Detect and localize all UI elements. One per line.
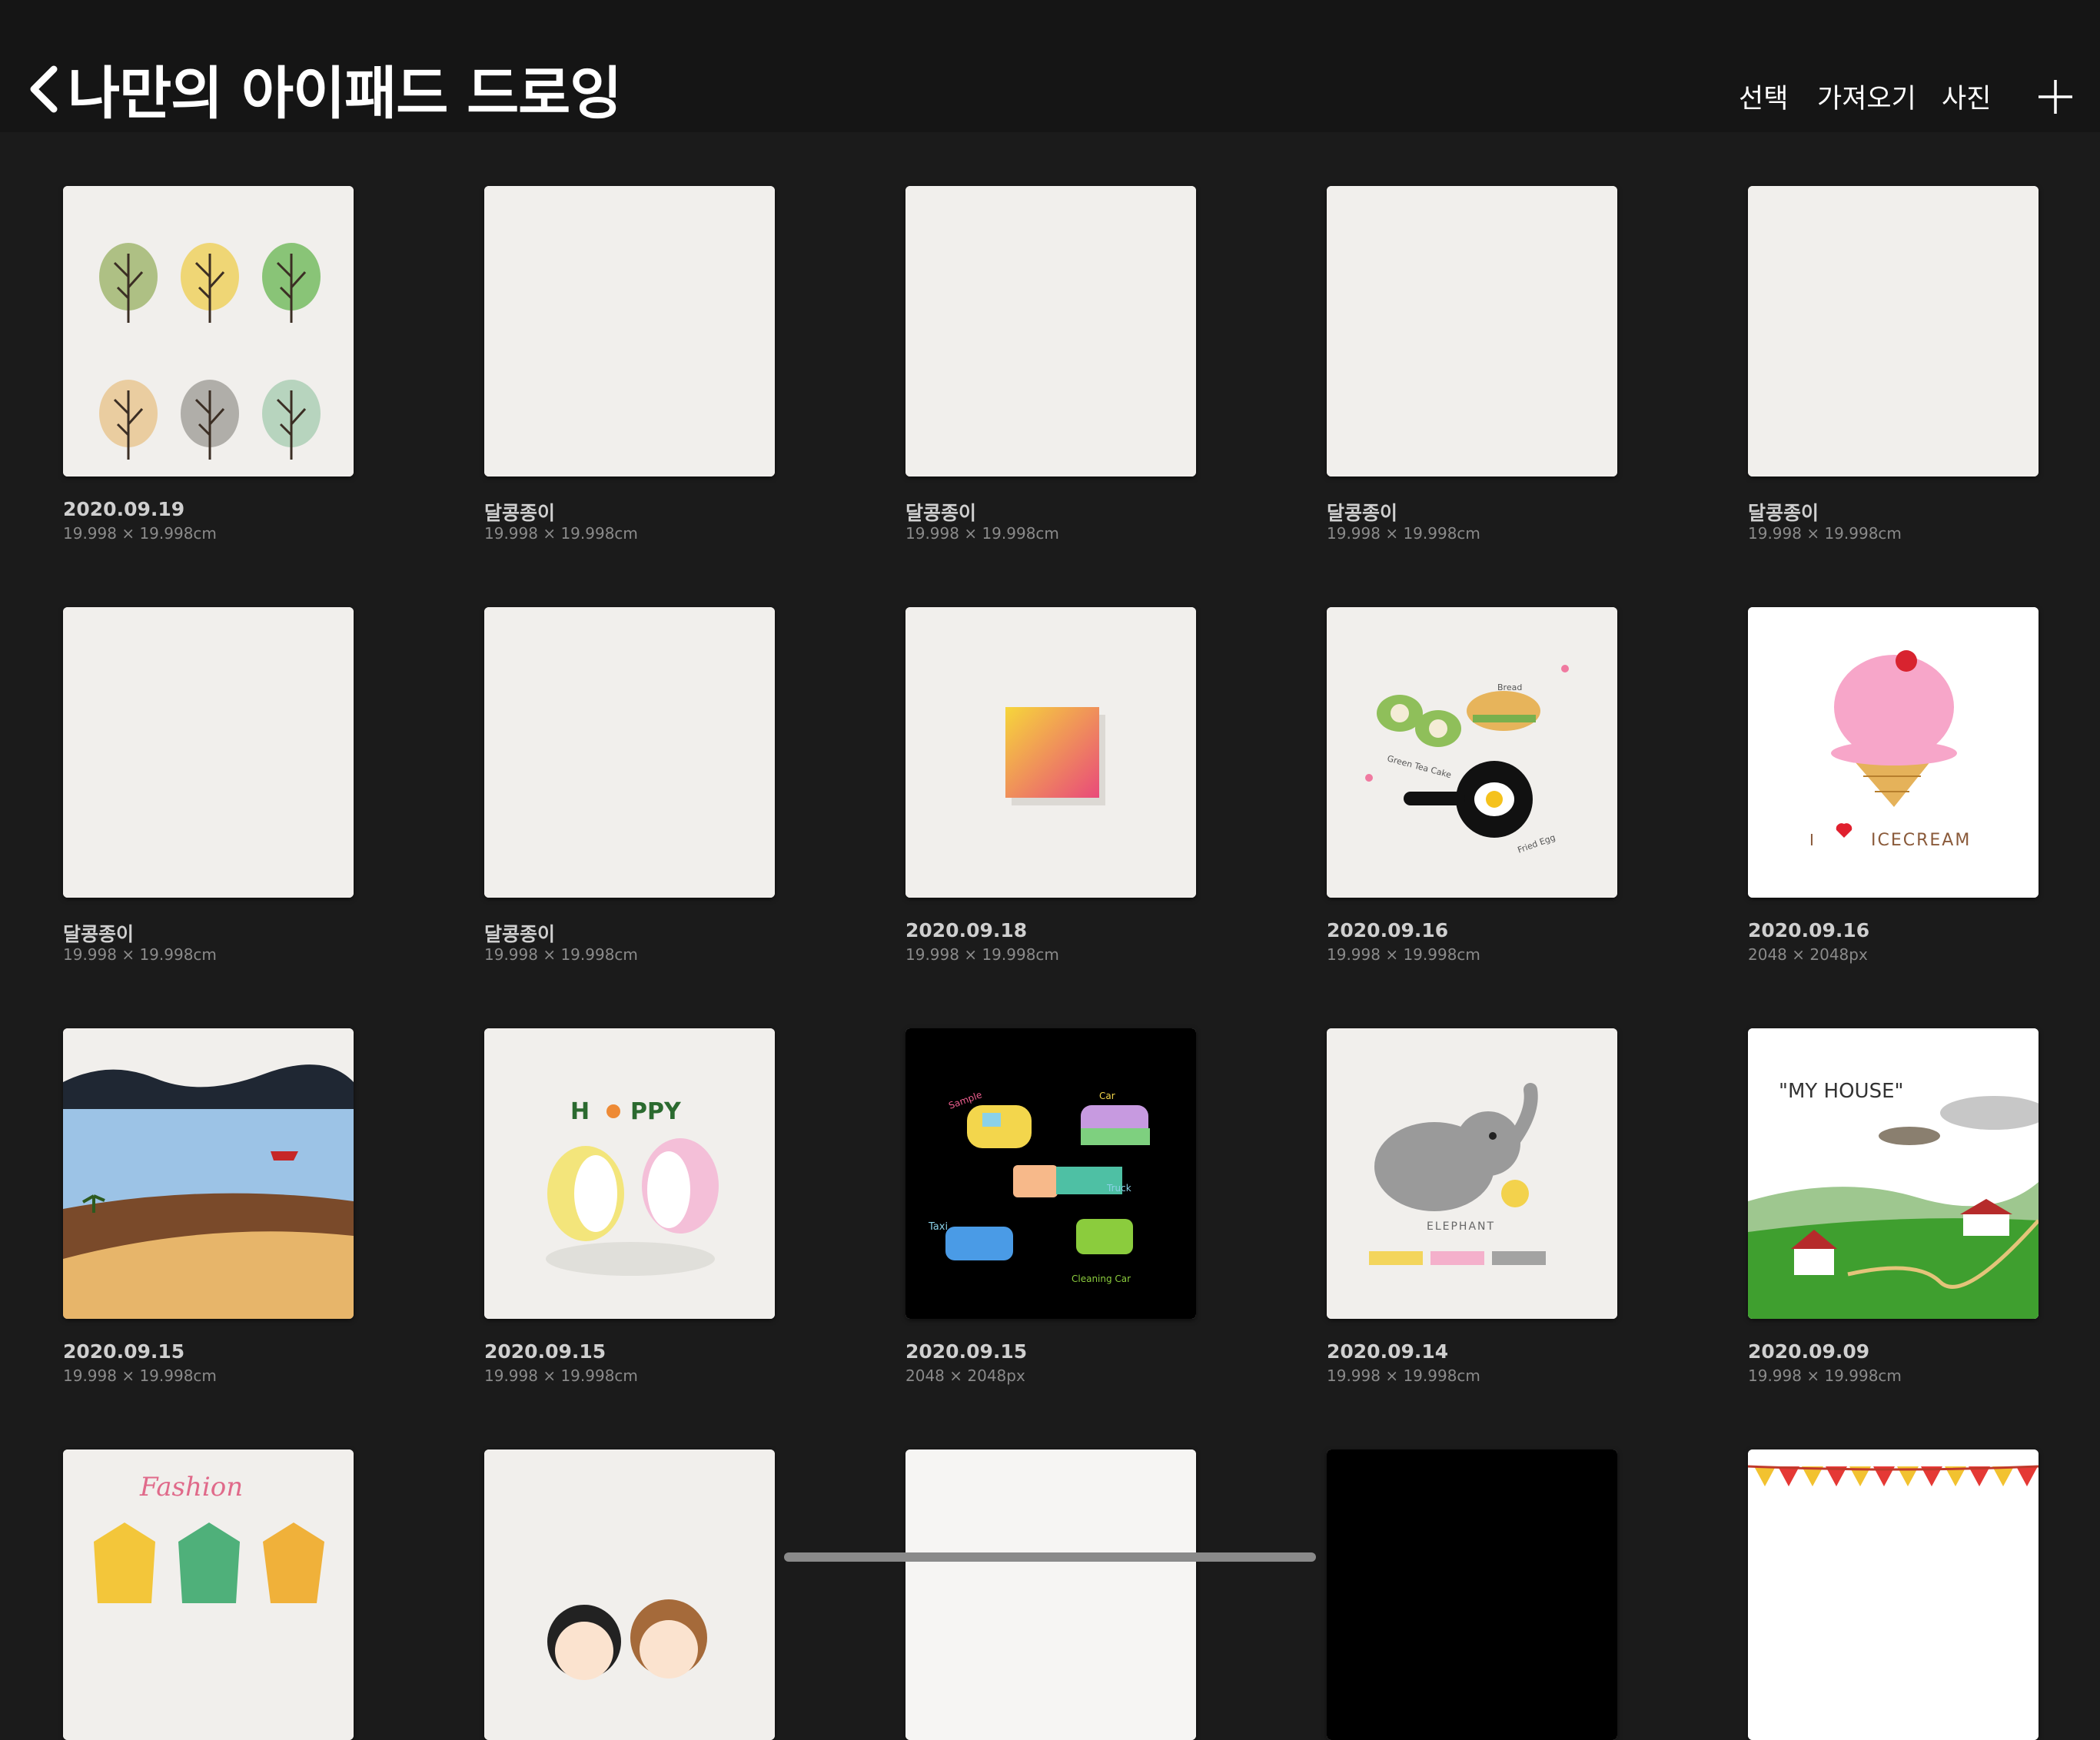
- artwork-preview-kids: [484, 1449, 775, 1740]
- artwork-thumbnail[interactable]: [1748, 1449, 2039, 1740]
- artwork-title[interactable]: 2020.09.18: [905, 919, 1027, 941]
- artwork-title[interactable]: 2020.09.19: [63, 498, 184, 520]
- artwork-thumbnail[interactable]: I ICECREAM: [1748, 607, 2039, 898]
- artwork-thumbnail[interactable]: [484, 186, 775, 477]
- artwork-title[interactable]: 달콩종이: [1327, 498, 1397, 526]
- top-bar: 나만의 아이패드 드로잉 선택 가져오기 사진: [0, 0, 2100, 132]
- svg-text:Bread: Bread: [1497, 682, 1522, 692]
- artwork-dimensions: 19.998 × 19.998cm: [63, 524, 217, 543]
- import-button[interactable]: 가져오기: [1817, 77, 1916, 116]
- artwork-preview-trees: [63, 186, 354, 477]
- artwork-title[interactable]: 2020.09.14: [1327, 1340, 1448, 1363]
- artwork-dimensions: 19.998 × 19.998cm: [484, 524, 638, 543]
- artwork-preview-bunting: [1748, 1449, 2039, 1740]
- svg-text:ICECREAM: ICECREAM: [1871, 831, 1971, 850]
- artwork-title[interactable]: 달콩종이: [63, 919, 134, 947]
- artwork-preview-hedgehogs: H PPY: [484, 1028, 775, 1319]
- new-canvas-plus-icon[interactable]: [2039, 80, 2072, 114]
- svg-text:PPY: PPY: [630, 1098, 682, 1125]
- artwork-grid: 2020.09.19 19.998 × 19.998cm 달콩종이 19.998 × …: [0, 132, 2100, 1740]
- artwork-preview-blank: [484, 607, 775, 898]
- svg-text:Car: Car: [1099, 1091, 1115, 1101]
- artwork-preview-seaside: [63, 1028, 354, 1319]
- artwork-dimensions: 2048 × 2048px: [905, 1366, 1025, 1385]
- svg-text:Cleaning Car: Cleaning Car: [1072, 1273, 1131, 1284]
- artwork-dimensions: 19.998 × 19.998cm: [484, 945, 638, 964]
- artwork-preview-cars: Sample Car Truck Taxi Cleaning Car: [905, 1028, 1196, 1319]
- artwork-preview-blank: [905, 186, 1196, 477]
- artwork-thumbnail[interactable]: Sample Car Truck Taxi Cleaning Car: [905, 1028, 1196, 1319]
- artwork-preview-blank: [1748, 186, 2039, 477]
- artwork-title[interactable]: 2020.09.16: [1748, 919, 1869, 941]
- artwork-title[interactable]: 2020.09.15: [63, 1340, 184, 1363]
- artwork-dimensions: 2048 × 2048px: [1748, 945, 1868, 964]
- artwork-thumbnail[interactable]: [905, 1449, 1196, 1740]
- artwork-title[interactable]: 달콩종이: [1748, 498, 1819, 526]
- artwork-thumbnail[interactable]: "MY HOUSE": [1748, 1028, 2039, 1319]
- home-indicator: [784, 1552, 1316, 1562]
- artwork-title[interactable]: 2020.09.15: [905, 1340, 1027, 1363]
- artwork-thumbnail[interactable]: [905, 186, 1196, 477]
- artwork-thumbnail[interactable]: Green Tea Cake Bread Fried Egg: [1327, 607, 1617, 898]
- artwork-dimensions: 19.998 × 19.998cm: [1327, 1366, 1480, 1385]
- artwork-dimensions: 19.998 × 19.998cm: [1327, 524, 1480, 543]
- artwork-preview-fashion: Fashion: [63, 1449, 354, 1740]
- artwork-thumbnail[interactable]: [63, 607, 354, 898]
- svg-text:ELEPHANT: ELEPHANT: [1427, 1220, 1495, 1233]
- artwork-thumbnail[interactable]: H PPY: [484, 1028, 775, 1319]
- artwork-dimensions: 19.998 × 19.998cm: [1748, 1366, 1902, 1385]
- artwork-dimensions: 19.998 × 19.998cm: [63, 945, 217, 964]
- artwork-dimensions: 19.998 × 19.998cm: [484, 1366, 638, 1385]
- svg-text:"MY HOUSE": "MY HOUSE": [1779, 1080, 1903, 1103]
- svg-text:Truck: Truck: [1106, 1183, 1131, 1194]
- artwork-thumbnail[interactable]: [63, 186, 354, 477]
- artwork-preview-black: [1327, 1449, 1617, 1740]
- artwork-title[interactable]: 2020.09.15: [484, 1340, 606, 1363]
- artwork-title[interactable]: 달콩종이: [484, 919, 555, 947]
- artwork-preview-blank: [63, 607, 354, 898]
- artwork-thumbnail[interactable]: [1327, 1449, 1617, 1740]
- back-chevron-icon[interactable]: [23, 60, 66, 115]
- artwork-dimensions: 19.998 × 19.998cm: [63, 1366, 217, 1385]
- svg-text:I: I: [1809, 831, 1814, 849]
- svg-text:Fashion: Fashion: [139, 1472, 243, 1503]
- svg-text:H: H: [570, 1098, 590, 1125]
- artwork-title[interactable]: 달콩종이: [484, 498, 555, 526]
- artwork-thumbnail[interactable]: [63, 1028, 354, 1319]
- artwork-preview-blank: [484, 186, 775, 477]
- artwork-preview-elephant: ELEPHANT: [1327, 1028, 1617, 1319]
- artwork-dimensions: 19.998 × 19.998cm: [1748, 524, 1902, 543]
- artwork-preview-food: Green Tea Cake Bread Fried Egg: [1327, 607, 1617, 898]
- artwork-thumbnail[interactable]: ELEPHANT: [1327, 1028, 1617, 1319]
- artwork-preview-white: [905, 1449, 1196, 1740]
- artwork-thumbnail[interactable]: [1327, 186, 1617, 477]
- artwork-title[interactable]: 2020.09.09: [1748, 1340, 1869, 1363]
- artwork-preview-blank: [1327, 186, 1617, 477]
- artwork-thumbnail[interactable]: Fashion: [63, 1449, 354, 1740]
- artwork-dimensions: 19.998 × 19.998cm: [905, 945, 1059, 964]
- artwork-title[interactable]: 2020.09.16: [1327, 919, 1448, 941]
- artwork-preview-gradient-square: [905, 607, 1196, 898]
- artwork-preview-icecream: I ICECREAM: [1748, 607, 2039, 898]
- artwork-thumbnail[interactable]: [905, 607, 1196, 898]
- artwork-dimensions: 19.998 × 19.998cm: [905, 524, 1059, 543]
- artwork-thumbnail[interactable]: [484, 607, 775, 898]
- artwork-preview-house: "MY HOUSE": [1748, 1028, 2039, 1319]
- artwork-thumbnail[interactable]: [484, 1449, 775, 1740]
- svg-text:Taxi: Taxi: [928, 1221, 948, 1233]
- artwork-thumbnail[interactable]: [1748, 186, 2039, 477]
- photo-button[interactable]: 사진: [1942, 77, 1991, 116]
- select-button[interactable]: 선택: [1739, 77, 1788, 116]
- artwork-dimensions: 19.998 × 19.998cm: [1327, 945, 1480, 964]
- gallery-title: 나만의 아이패드 드로잉: [68, 61, 622, 127]
- artwork-title[interactable]: 달콩종이: [905, 498, 976, 526]
